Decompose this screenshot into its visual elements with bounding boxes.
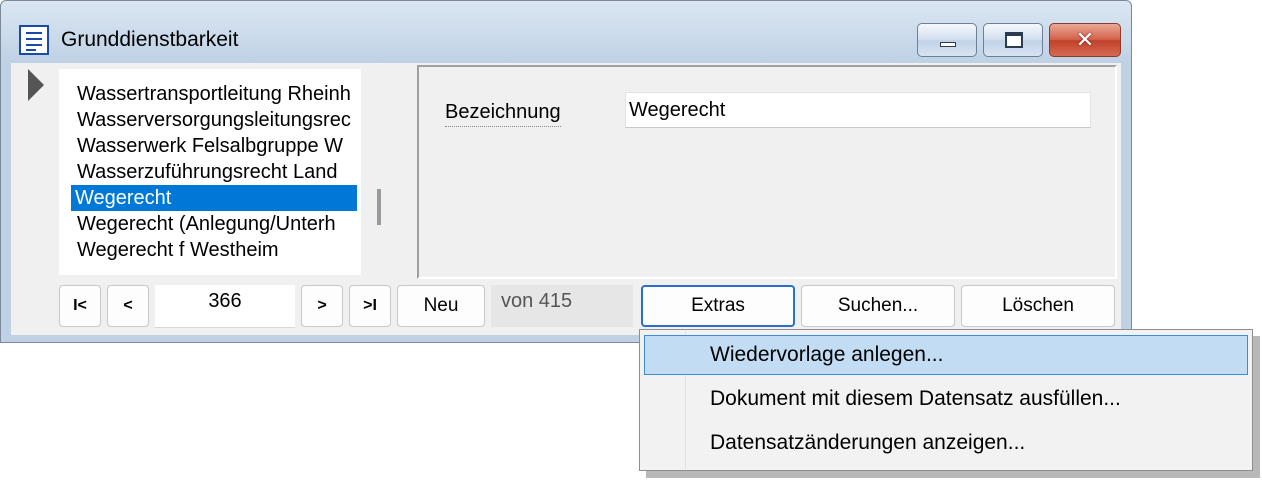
previous-record-button[interactable]: < — [107, 285, 149, 327]
close-icon: ✕ — [1075, 27, 1095, 52]
list-item[interactable]: Wegerecht f Westheim — [73, 237, 361, 263]
delete-button[interactable]: Löschen — [961, 285, 1115, 327]
last-record-button[interactable]: >I — [349, 285, 391, 327]
bezeichnung-input[interactable] — [625, 92, 1091, 128]
maximize-icon — [1005, 32, 1023, 48]
new-record-button[interactable]: Neu — [397, 285, 485, 327]
minimize-icon — [940, 42, 956, 47]
menu-item-dokument-ausfuellen[interactable]: Dokument mit diesem Datensatz ausfüllen.… — [644, 379, 1248, 419]
search-button[interactable]: Suchen... — [801, 285, 955, 327]
title-bar[interactable]: Grunddienstbarkeit ✕ — [1, 1, 1131, 63]
bezeichnung-label: Bezeichnung — [445, 101, 561, 127]
menu-item-wiedervorlage[interactable]: Wiedervorlage anlegen... — [644, 335, 1248, 375]
form-client-area: Wassertransportleitung Rheinh Wasservers… — [11, 63, 1121, 335]
close-button[interactable]: ✕ — [1049, 23, 1121, 57]
record-selector[interactable] — [11, 63, 53, 281]
extras-button[interactable]: Extras — [641, 285, 795, 327]
list-item[interactable]: Wassertransportleitung Rheinh — [73, 81, 361, 107]
form-icon[interactable] — [19, 25, 49, 55]
window-title: Grunddienstbarkeit — [61, 28, 239, 51]
record-total-label: von 415 — [491, 285, 633, 327]
next-record-button[interactable]: > — [301, 285, 343, 327]
listbox-scrollbar[interactable] — [367, 69, 415, 275]
list-item[interactable]: Wasserwerk Felsalbgruppe W — [73, 133, 361, 159]
minimize-button[interactable] — [917, 23, 977, 57]
scrollbar-thumb[interactable] — [377, 189, 381, 225]
list-item[interactable]: Wegerecht (Anlegung/Unterh — [73, 211, 361, 237]
menu-item-datensatzaenderungen[interactable]: Datensatzänderungen anzeigen... — [644, 423, 1248, 463]
maximize-button[interactable] — [983, 23, 1043, 57]
form-window: Grunddienstbarkeit ✕ Wassertransportleit… — [0, 0, 1132, 343]
list-item-selected[interactable]: Wegerecht — [71, 185, 357, 211]
list-item[interactable]: Wasserversorgungsleitungsrec — [73, 107, 361, 133]
detail-panel: Bezeichnung — [417, 65, 1117, 279]
record-listbox[interactable]: Wassertransportleitung Rheinh Wasservers… — [59, 69, 361, 275]
record-number-field[interactable]: 366 — [155, 285, 295, 328]
extras-context-menu: Wiedervorlage anlegen... Dokument mit di… — [639, 329, 1253, 471]
first-record-button[interactable]: I< — [59, 285, 101, 327]
list-item[interactable]: Wasserzuführungsrecht Land — [73, 159, 361, 185]
current-record-arrow-icon — [28, 69, 44, 101]
